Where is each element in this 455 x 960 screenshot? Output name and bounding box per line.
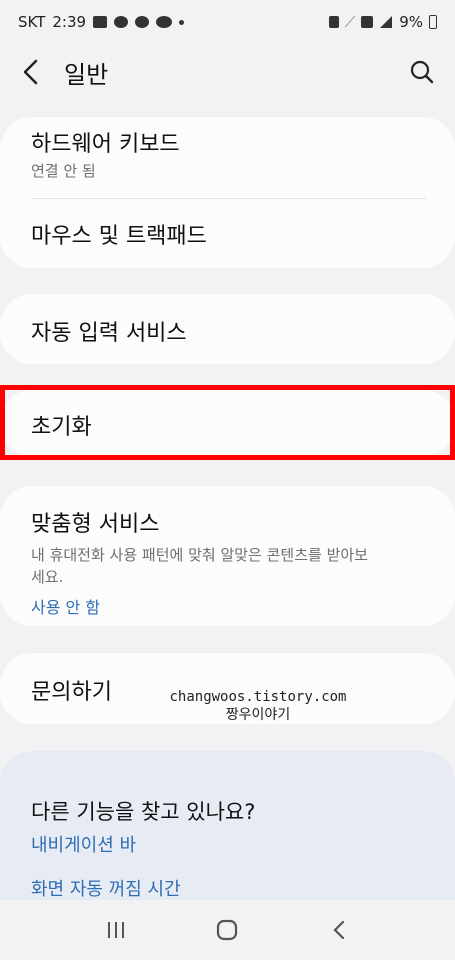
highlight-box <box>0 385 455 460</box>
home-icon <box>217 919 238 941</box>
status-bar: SKT 2:39 ⟋ 9% <box>0 0 455 44</box>
recent-apps-button[interactable] <box>91 910 141 950</box>
back-nav-button[interactable] <box>314 910 364 950</box>
message-notification-icon <box>135 16 150 28</box>
talk-notification-icon <box>156 16 173 28</box>
search-icon <box>410 60 434 84</box>
image-notification-icon <box>93 16 108 28</box>
divider <box>31 198 426 199</box>
signal-icon <box>380 16 393 28</box>
help-link-navigation-bar[interactable]: 내비게이션 바 <box>31 831 136 857</box>
time-label: 2:39 <box>52 13 87 31</box>
chat-notification-icon <box>114 16 129 28</box>
watermark-name: 짱우이야기 <box>225 707 291 723</box>
autofill-service-title: 자동 입력 서비스 <box>31 321 187 346</box>
more-notifications-icon <box>179 19 185 25</box>
help-title: 다른 기능을 찾고 있나요? <box>31 800 256 824</box>
mouse-trackpad-title: 마우스 및 트랙패드 <box>31 224 207 249</box>
alarm-icon <box>328 16 339 28</box>
autofill-service-item[interactable]: 자동 입력 서비스 <box>31 315 431 347</box>
input-devices-card: 하드웨어 키보드 연결 안 됨 마우스 및 트랙패드 <box>0 117 455 268</box>
watermark-url: changwoos.tistory.com <box>169 689 347 705</box>
page-title: 일반 <box>64 60 109 89</box>
help-link-screen-timeout[interactable]: 화면 자동 꺼짐 시간 <box>31 875 181 901</box>
search-button[interactable] <box>409 59 435 85</box>
mouse-trackpad-item[interactable]: 마우스 및 트랙패드 <box>31 218 431 250</box>
hardware-keyboard-item[interactable]: 하드웨어 키보드 연결 안 됨 <box>31 126 431 182</box>
navigation-bar <box>0 900 455 960</box>
back-arrow-icon <box>23 59 38 85</box>
watermark: changwoos.tistory.com 짱우이야기 <box>158 688 358 724</box>
hardware-keyboard-title: 하드웨어 키보드 <box>31 132 180 157</box>
custom-service-item[interactable]: 맞춤형 서비스 내 휴대전화 사용 패턴에 맞춰 알맞은 콘텐츠를 받아보세요.… <box>31 506 431 618</box>
custom-service-title: 맞춤형 서비스 <box>31 512 160 537</box>
battery-icon <box>429 15 437 29</box>
hardware-keyboard-status: 연결 안 됨 <box>31 162 96 180</box>
5g-icon <box>361 16 374 28</box>
back-nav-icon <box>333 920 345 940</box>
back-button[interactable] <box>20 58 42 86</box>
pen-icon: ⟋ <box>344 13 356 31</box>
autofill-card: 자동 입력 서비스 <box>0 294 455 364</box>
help-card: 다른 기능을 찾고 있나요? 내비게이션 바 화면 자동 꺼짐 시간 <box>0 751 455 911</box>
custom-service-status: 사용 안 함 <box>31 598 101 617</box>
home-button[interactable] <box>202 910 252 950</box>
recent-apps-icon <box>107 922 124 938</box>
custom-service-card: 맞춤형 서비스 내 휴대전화 사용 패턴에 맞춰 알맞은 콘텐츠를 받아보세요.… <box>0 486 455 626</box>
carrier-label: SKT <box>18 13 46 31</box>
battery-label: 9% <box>399 13 423 31</box>
custom-service-description: 내 휴대전화 사용 패턴에 맞춰 알맞은 콘텐츠를 받아보세요. <box>31 546 368 586</box>
app-bar: 일반 <box>0 44 455 100</box>
